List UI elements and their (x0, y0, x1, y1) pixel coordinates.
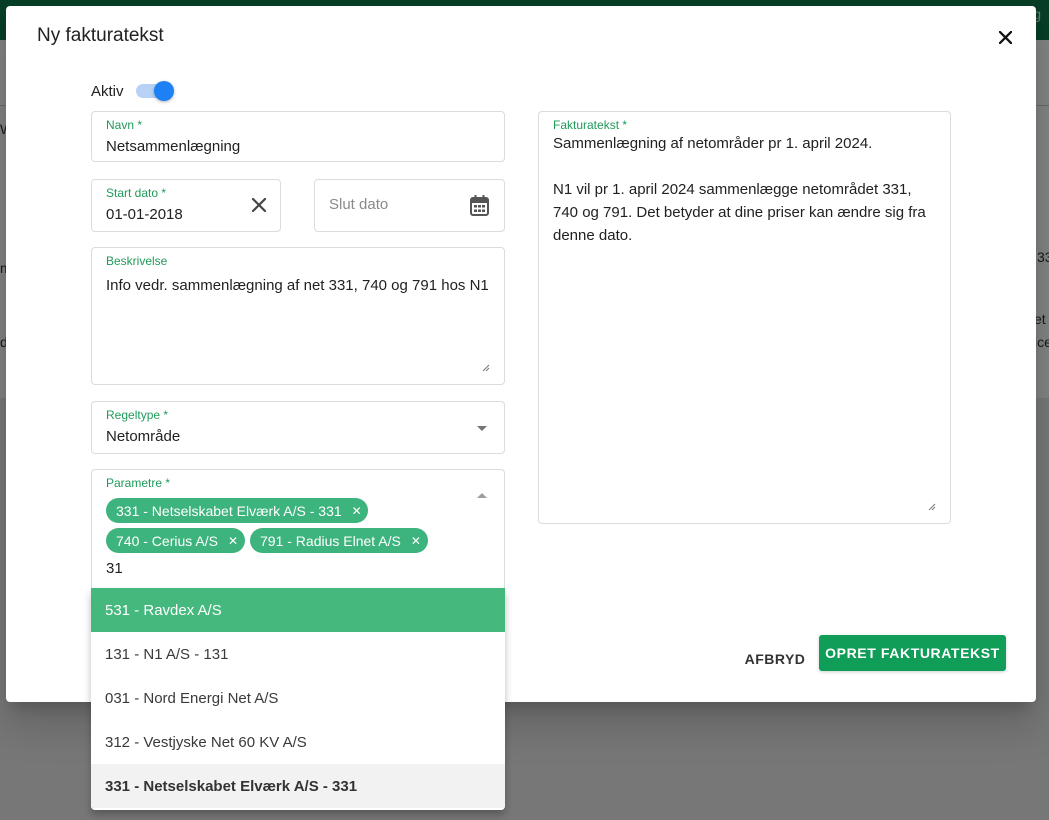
name-field-value: Netsammenlægning (106, 138, 241, 155)
dropdown-option[interactable]: 531 - Ravdex A/S (91, 588, 505, 632)
parameters-search-input[interactable]: 31 (106, 560, 123, 577)
invoice-text-value: Sammenlægning af netområder pr 1. april … (553, 135, 926, 244)
parameter-chip: 740 - Cerius A/S ✕ (106, 528, 245, 553)
start-date-value: 01-01-2018 (106, 206, 183, 223)
parameters-label: Parametre * (106, 476, 171, 490)
resize-handle-icon[interactable] (928, 503, 936, 511)
parameter-chip: 331 - Netselskabet Elværk A/S - 331 ✕ (106, 498, 368, 523)
cancel-button[interactable]: AFBRYD (738, 642, 812, 676)
dropdown-option[interactable]: 312 - Vestjyske Net 60 KV A/S (91, 720, 505, 764)
end-date-placeholder: Slut dato (329, 196, 389, 213)
active-toggle[interactable] (135, 81, 174, 101)
rule-type-select[interactable]: Regeltype * Netområde (91, 401, 505, 454)
rule-type-label: Regeltype * (106, 408, 169, 422)
active-toggle-row: Aktiv (91, 81, 174, 101)
chip-label: 331 - Netselskabet Elværk A/S - 331 (116, 502, 342, 519)
parameter-chip: 791 - Radius Elnet A/S ✕ (250, 528, 428, 553)
chip-remove-icon[interactable]: ✕ (411, 534, 421, 548)
description-field[interactable]: Beskrivelse Info vedr. sammenlægning af … (91, 247, 505, 385)
description-label: Beskrivelse (106, 254, 168, 268)
create-invoice-text-button[interactable]: OPRET FAKTURATEKST (819, 635, 1006, 671)
name-field[interactable]: Navn * Netsammenlægning (91, 111, 505, 162)
parameters-multiselect[interactable]: Parametre * 331 - Netselskabet Elværk A/… (91, 469, 505, 594)
dropdown-option[interactable]: 131 - N1 A/S - 131 (91, 632, 505, 676)
dialog-title: Ny fakturatekst (37, 25, 164, 46)
end-date-field[interactable]: Slut dato (314, 179, 505, 232)
chevron-down-icon[interactable] (477, 426, 487, 431)
dropdown-option[interactable]: 331 - Netselskabet Elværk A/S - 331 (91, 764, 505, 808)
rule-type-value: Netområde (106, 428, 181, 445)
description-value: Info vedr. sammenlægning af net 331, 740… (106, 277, 489, 294)
chip-label: 791 - Radius Elnet A/S (260, 532, 401, 549)
invoice-text-field[interactable]: Fakturatekst * Sammenlægning af netområd… (538, 111, 951, 524)
invoice-text-label: Fakturatekst * (553, 118, 628, 132)
chip-label: 740 - Cerius A/S (116, 532, 218, 549)
start-date-field[interactable]: Start dato * 01-01-2018 (91, 179, 281, 232)
start-date-label: Start dato * (106, 186, 167, 200)
chip-remove-icon[interactable]: ✕ (228, 534, 238, 548)
chip-remove-icon[interactable]: ✕ (352, 504, 362, 518)
close-button[interactable] (992, 24, 1018, 50)
chevron-up-icon[interactable] (477, 493, 487, 498)
dropdown-option[interactable]: 031 - Nord Energi Net A/S (91, 676, 505, 720)
calendar-icon[interactable] (470, 195, 489, 216)
resize-handle-icon[interactable] (482, 364, 490, 372)
active-toggle-label: Aktiv (91, 82, 124, 100)
clear-icon[interactable] (251, 197, 267, 213)
name-field-label: Navn * (106, 118, 143, 132)
toggle-thumb (153, 81, 174, 101)
parameters-dropdown-list: 531 - Ravdex A/S 131 - N1 A/S - 131 031 … (91, 588, 505, 810)
close-icon (998, 30, 1012, 44)
